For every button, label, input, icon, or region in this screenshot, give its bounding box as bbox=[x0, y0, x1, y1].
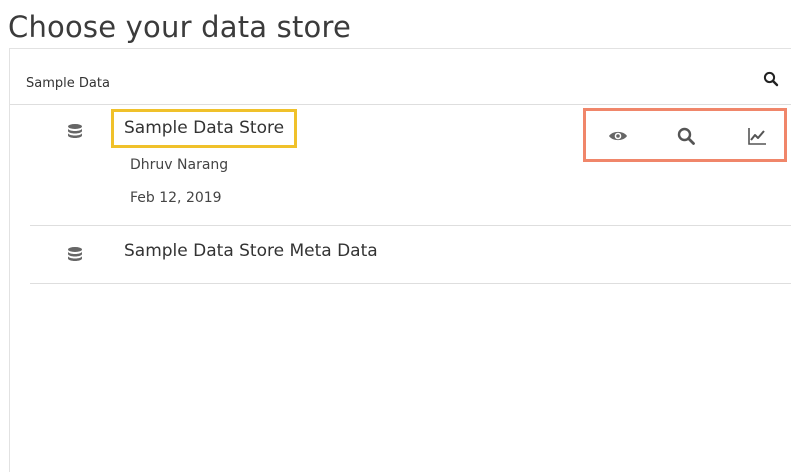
page-title: Choose your data store bbox=[8, 10, 351, 44]
data-store-actions bbox=[583, 108, 787, 162]
search-icon[interactable] bbox=[763, 71, 779, 87]
line-chart-icon[interactable] bbox=[747, 126, 767, 146]
data-store-panel: Sample Data Sample Data Store Dhruv Nara… bbox=[9, 48, 791, 472]
data-store-title[interactable]: Sample Data Store Meta Data bbox=[124, 241, 378, 261]
database-icon bbox=[68, 247, 82, 261]
panel-header-label: Sample Data bbox=[26, 76, 110, 91]
eye-icon[interactable] bbox=[608, 126, 628, 146]
database-icon bbox=[68, 124, 82, 138]
panel-header: Sample Data bbox=[10, 49, 791, 105]
data-store-date: Feb 12, 2019 bbox=[130, 190, 222, 206]
search-icon[interactable] bbox=[676, 126, 696, 146]
data-store-title[interactable]: Sample Data Store bbox=[111, 109, 298, 148]
data-store-item[interactable]: Sample Data Store Dhruv Narang Feb 12, 2… bbox=[30, 105, 791, 226]
data-store-author: Dhruv Narang bbox=[130, 157, 229, 173]
data-store-item[interactable]: Sample Data Store Meta Data bbox=[30, 226, 791, 284]
page: Choose your data store Sample Data Sampl… bbox=[0, 0, 791, 472]
